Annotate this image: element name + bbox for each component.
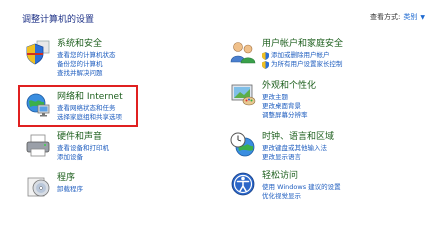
link-add-device[interactable]: 添加设备 (57, 153, 109, 162)
link-keyboard-input[interactable]: 更改键盘或其他输入法 (262, 144, 334, 153)
link-backup[interactable]: 备份您的计算机 (57, 60, 116, 69)
clock-globe-icon[interactable] (229, 131, 257, 159)
uac-shield-icon (262, 60, 269, 69)
category-appearance: 外观和个性化 更改主题 更改桌面背景 调整屏幕分辨率 (229, 80, 316, 120)
link-label: 添加或删除用户帐户 (271, 51, 330, 59)
programs-disc-icon[interactable] (24, 172, 52, 200)
link-troubleshoot[interactable]: 查找并解决问题 (57, 69, 116, 78)
view-by-dropdown[interactable]: 类别 (403, 12, 417, 22)
ease-of-access-icon[interactable] (229, 170, 257, 198)
link-desktop-background[interactable]: 更改桌面背景 (262, 102, 316, 111)
link-view-status[interactable]: 查看您的计算机状态 (57, 51, 116, 60)
link-label: 为所有用户设置家长控制 (271, 60, 343, 68)
category-title[interactable]: 硬件和声音 (57, 131, 109, 143)
view-by-control: 查看方式: 类别 ▼ (370, 12, 425, 22)
link-recommended-settings[interactable]: 使用 Windows 建议的设置 (262, 183, 341, 192)
link-uninstall[interactable]: 卸载程序 (57, 185, 83, 194)
page-title: 调整计算机的设置 (22, 15, 95, 25)
users-icon[interactable] (229, 38, 257, 66)
category-title[interactable]: 用户帐户和家庭安全 (262, 38, 343, 50)
category-ease-of-access: 轻松访问 使用 Windows 建议的设置 优化视觉显示 (229, 170, 341, 201)
chevron-down-icon[interactable]: ▼ (420, 14, 425, 21)
highlight-box (18, 85, 138, 127)
link-devices-printers[interactable]: 查看设备和打印机 (57, 144, 109, 153)
category-clock-language: 时钟、语言和区域 更改键盘或其他输入法 更改显示语言 (229, 131, 334, 162)
link-optimize-visual[interactable]: 优化视觉显示 (262, 192, 341, 201)
category-title[interactable]: 轻松访问 (262, 170, 341, 182)
uac-shield-icon (262, 51, 269, 60)
view-by-label: 查看方式: (370, 13, 401, 21)
category-system-security: 系统和安全 查看您的计算机状态 备份您的计算机 查找并解决问题 (24, 38, 116, 78)
link-parental-controls[interactable]: 为所有用户设置家长控制 (262, 60, 343, 69)
link-add-remove-users[interactable]: 添加或删除用户帐户 (262, 51, 343, 60)
category-hardware-sound: 硬件和声音 查看设备和打印机 添加设备 (24, 131, 109, 162)
link-change-theme[interactable]: 更改主题 (262, 93, 316, 102)
shield-icon[interactable] (24, 38, 52, 66)
printer-icon[interactable] (24, 131, 52, 159)
link-display-language[interactable]: 更改显示语言 (262, 153, 334, 162)
category-title[interactable]: 系统和安全 (57, 38, 116, 50)
category-programs: 程序 卸载程序 (24, 172, 83, 200)
link-screen-resolution[interactable]: 调整屏幕分辨率 (262, 111, 316, 120)
category-title[interactable]: 时钟、语言和区域 (262, 131, 334, 143)
paint-palette-icon[interactable] (229, 80, 257, 108)
category-title[interactable]: 外观和个性化 (262, 80, 316, 92)
category-user-accounts: 用户帐户和家庭安全 添加或删除用户帐户 为所有用户设置家长控制 (229, 38, 343, 69)
category-title[interactable]: 程序 (57, 172, 83, 184)
